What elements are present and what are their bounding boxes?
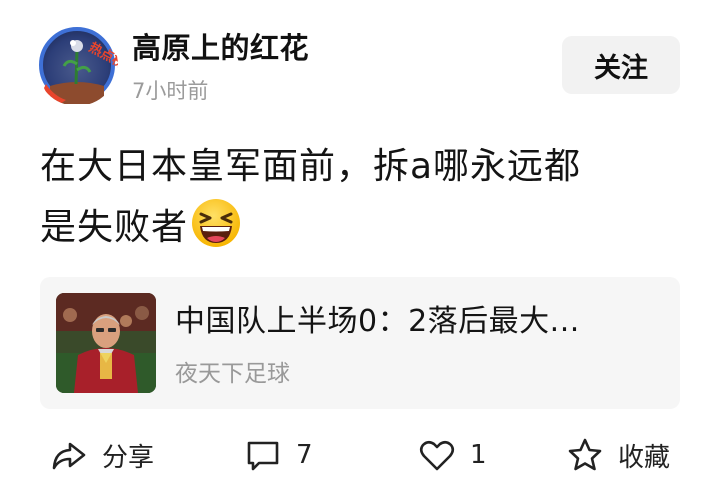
post-text-line-1: 在大日本皇军面前，拆a哪永远都 xyxy=(40,146,582,187)
follow-button[interactable]: 关注 xyxy=(562,36,680,94)
favorite-label: 收藏 xyxy=(618,442,671,473)
link-card[interactable]: 中国队上半场0：2落后最大... 夜天下足球 xyxy=(40,277,680,409)
post-time: 7小时前 xyxy=(132,79,209,103)
link-source: 夜天下足球 xyxy=(175,361,290,387)
post-text: 在大日本皇军面前，拆a哪永远都 是失败者 xyxy=(40,137,680,258)
like-button[interactable]: 1 xyxy=(418,431,487,479)
link-thumbnail xyxy=(56,293,156,393)
post-text-line-2-text: 是失败者 xyxy=(40,207,189,248)
star-icon xyxy=(568,438,602,471)
comment-button[interactable]: 7 xyxy=(244,431,313,479)
like-count: 1 xyxy=(470,440,487,470)
share-arrow-icon xyxy=(52,442,86,470)
share-button[interactable]: 分享 xyxy=(50,431,154,479)
hot-list-badge: 热点榜 xyxy=(86,39,118,71)
favorite-button[interactable]: 收藏 xyxy=(566,431,670,479)
share-label: 分享 xyxy=(102,442,155,473)
author-avatar[interactable]: 热点榜 xyxy=(36,24,118,106)
svg-text:热点榜: 热点榜 xyxy=(86,39,118,71)
author-name[interactable]: 高原上的红花 xyxy=(132,28,309,68)
comment-count: 7 xyxy=(296,440,313,470)
post-text-line-2: 是失败者 xyxy=(40,197,680,258)
heart-icon xyxy=(419,440,455,471)
comment-bubble-icon xyxy=(247,441,279,471)
link-title[interactable]: 中国队上半场0：2落后最大... xyxy=(175,301,665,343)
grinning-squinting-face-icon xyxy=(190,197,242,249)
soccer-coach-photo xyxy=(56,293,156,393)
